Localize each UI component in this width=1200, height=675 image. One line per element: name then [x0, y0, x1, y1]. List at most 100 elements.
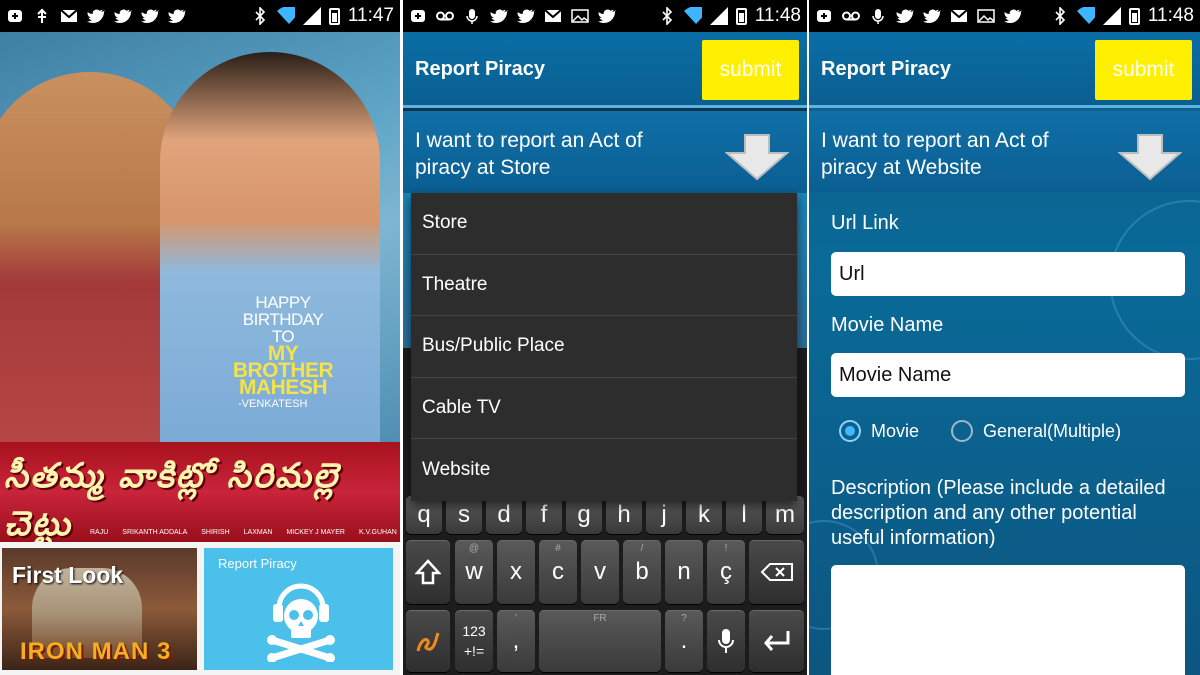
- wifi-icon: [276, 7, 295, 24]
- report-form-dropdown-panel: 11:48 Report Piracy submit I want to rep…: [403, 0, 807, 675]
- swype-key[interactable]: [406, 610, 450, 672]
- add-notification-icon: [409, 8, 427, 24]
- location-dropdown-list: Store Theatre Bus/Public Place Cable TV …: [411, 193, 797, 501]
- poster-greeting: HAPPY BIRTHDAY TO MY BROTHER MAHESH: [218, 293, 348, 398]
- key-d[interactable]: d: [486, 496, 522, 534]
- key-b[interactable]: / b: [623, 540, 661, 604]
- report-piracy-tile[interactable]: Report Piracy: [204, 548, 393, 670]
- description-textarea[interactable]: [831, 565, 1185, 675]
- voicemail-icon: [842, 8, 860, 24]
- chevron-down-icon[interactable]: [725, 133, 789, 181]
- key-x[interactable]: x: [497, 540, 535, 604]
- key-q[interactable]: q: [406, 496, 442, 534]
- poster-line: HAPPY: [255, 293, 311, 312]
- signal-icon: [1102, 7, 1121, 25]
- space-key[interactable]: FR: [539, 610, 661, 672]
- comma-key[interactable]: ',: [497, 610, 535, 672]
- credit: LAXMAN: [243, 529, 273, 536]
- dropdown-option-theatre[interactable]: Theatre: [411, 255, 797, 317]
- report-form-website-panel: 11:48 Report Piracy submit I want to rep…: [809, 0, 1200, 675]
- key-c[interactable]: # c: [539, 540, 577, 604]
- key-n[interactable]: n: [665, 540, 703, 604]
- chevron-down-icon[interactable]: [1118, 133, 1182, 181]
- url-input[interactable]: Url: [831, 252, 1185, 296]
- submit-button[interactable]: submit: [702, 40, 799, 100]
- twitter-icon: [141, 8, 159, 24]
- backspace-key[interactable]: [749, 540, 804, 604]
- key-k[interactable]: k: [686, 496, 722, 534]
- piracy-location-selector[interactable]: I want to report an Act of piracy at Web…: [809, 111, 1200, 193]
- key-s[interactable]: s: [446, 496, 482, 534]
- key-alt-char: !: [724, 543, 728, 554]
- symbols-key[interactable]: 123 +!=: [455, 610, 493, 672]
- microphone-icon: [463, 8, 481, 24]
- twitter-icon: [517, 8, 535, 24]
- key-h[interactable]: h: [606, 496, 642, 534]
- radio-general-multiple[interactable]: [951, 420, 974, 442]
- key-alt-char: /: [640, 543, 644, 554]
- backspace-icon: [760, 563, 793, 581]
- dropdown-option-store[interactable]: Store: [411, 193, 797, 255]
- twitter-icon: [1004, 8, 1022, 24]
- poster-line: MY BROTHER: [232, 342, 334, 382]
- app-header: Report Piracy submit: [809, 32, 1200, 108]
- shift-arrow-icon: [415, 559, 441, 585]
- key-w[interactable]: @ w: [455, 540, 493, 604]
- credit: SHIRISH: [201, 529, 230, 536]
- radio-movie[interactable]: [839, 420, 861, 442]
- battery-icon: [1128, 7, 1140, 25]
- movie-banner[interactable]: సీతమ్మ వాకిట్లో సిరిమల్లె చెట్టు RAJU SR…: [0, 442, 400, 542]
- dropdown-option-bus-public-place[interactable]: Bus/Public Place: [411, 316, 797, 378]
- key-l[interactable]: l: [726, 496, 762, 534]
- radio-general-label: General(Multiple): [983, 420, 1122, 441]
- dropdown-option-website[interactable]: Website: [411, 439, 797, 501]
- twitter-icon: [923, 8, 941, 24]
- featured-poster[interactable]: HAPPY BIRTHDAY TO MY BROTHER MAHESH -VEN…: [0, 32, 400, 442]
- battery-icon: [735, 7, 747, 25]
- enter-icon: [763, 631, 789, 651]
- dropdown-option-cable-tv[interactable]: Cable TV: [411, 378, 797, 440]
- app-header: Report Piracy submit: [403, 32, 807, 108]
- battery-icon: [328, 7, 340, 25]
- key-f[interactable]: f: [526, 496, 562, 534]
- url-link-label: Url Link: [831, 212, 899, 234]
- twitter-icon: [490, 8, 508, 24]
- home-screen-panel: 11:47 HAPPY BIRTHDAY TO MY BROTHER MAHES…: [0, 0, 400, 675]
- add-notification-icon: [6, 8, 24, 24]
- credit: RAJU: [90, 529, 109, 536]
- period-key[interactable]: ?.: [665, 610, 703, 672]
- banner-credits: RAJU SRIKANTH ADDALA SHIRISH LAXMAN MICK…: [90, 529, 397, 536]
- movie-name-input[interactable]: Movie Name: [831, 353, 1185, 397]
- twitter-icon: [598, 8, 616, 24]
- wifi-icon: [1076, 7, 1095, 24]
- twitter-icon: [168, 8, 186, 24]
- shift-key[interactable]: [406, 540, 450, 604]
- usb-icon: [33, 8, 51, 24]
- poster-signature: -VENKATESH: [238, 398, 308, 410]
- wifi-icon: [683, 7, 702, 24]
- key-j[interactable]: j: [646, 496, 682, 534]
- keyboard-language-label: FR: [593, 613, 607, 624]
- key-char: x: [510, 558, 522, 585]
- movie-name-label: Movie Name: [831, 314, 944, 336]
- status-bar: 11:48: [809, 0, 1200, 32]
- submit-button[interactable]: submit: [1095, 40, 1192, 100]
- symbols-key-label: +!=: [463, 643, 485, 659]
- first-look-tile[interactable]: First Look IRON MAN 3: [2, 548, 197, 670]
- symbols-key-label: 123: [462, 623, 486, 639]
- clock: 11:48: [754, 5, 801, 26]
- key-g[interactable]: g: [566, 496, 602, 534]
- report-type-radio-group: Movie General(Multiple): [839, 420, 1121, 442]
- gmail-icon: [950, 8, 968, 24]
- gmail-icon: [544, 8, 562, 24]
- bluetooth-icon: [1051, 7, 1069, 25]
- enter-key[interactable]: [749, 610, 804, 672]
- radio-movie-label: Movie: [871, 420, 920, 441]
- key-c-cedilla[interactable]: ! ç: [707, 540, 745, 604]
- key-char: b: [635, 558, 649, 585]
- voice-input-key[interactable]: [707, 610, 745, 672]
- piracy-location-selector[interactable]: I want to report an Act of piracy at Sto…: [403, 111, 807, 193]
- key-m[interactable]: m: [766, 496, 804, 534]
- image-icon: [977, 8, 995, 24]
- key-v[interactable]: v: [581, 540, 619, 604]
